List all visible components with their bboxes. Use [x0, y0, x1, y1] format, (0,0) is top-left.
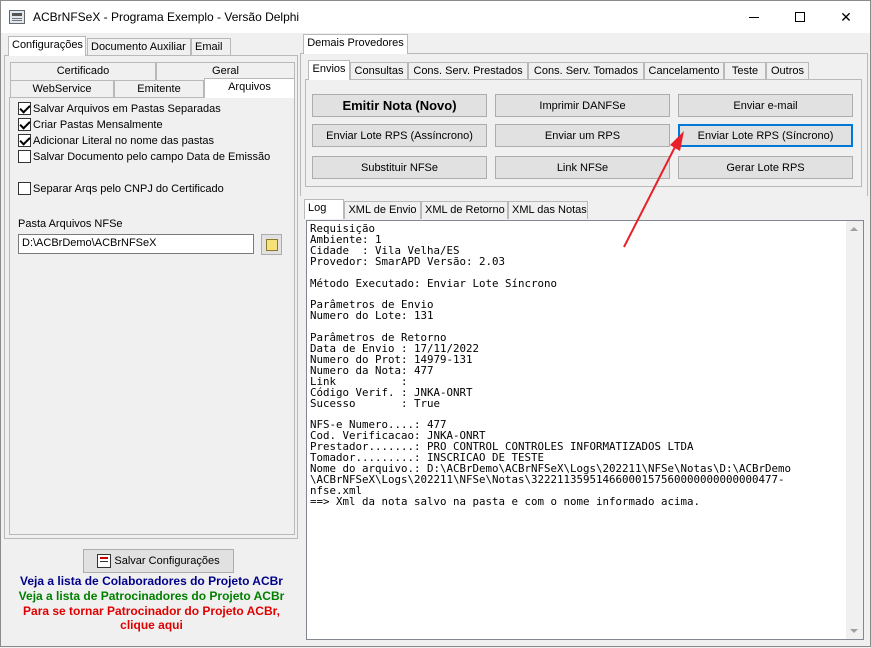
link-patrocinadores[interactable]: Veja a lista de Patrocinadores do Projet… — [9, 589, 294, 603]
salvar-configuracoes-button[interactable]: Salvar Configurações — [83, 549, 234, 573]
tab-webservice[interactable]: WebService — [10, 80, 114, 98]
enviar-um-rps-button[interactable]: Enviar um RPS — [495, 124, 670, 147]
link-nfse-button[interactable]: Link NFSe — [495, 156, 670, 179]
link-clique-aqui[interactable]: clique aqui — [9, 618, 294, 632]
browse-folder-button[interactable] — [261, 234, 282, 255]
checkbox-label: Separar Arqs pelo CNPJ do Certificado — [33, 182, 224, 195]
enviar-lote-assincrono-button[interactable]: Enviar Lote RPS (Assíncrono) — [312, 124, 487, 147]
checkbox-criar-pastas-mensalmente[interactable]: Criar Pastas Mensalmente — [18, 118, 163, 131]
checkbox-adicionar-literal[interactable]: Adicionar Literal no nome das pastas — [18, 134, 214, 147]
tab-xml-envio[interactable]: XML de Envio — [344, 201, 421, 219]
log-textarea[interactable]: Requisição Ambiente: 1 Cidade : Vila Vel… — [306, 220, 864, 640]
pasta-arquivos-label: Pasta Arquivos NFSe — [18, 218, 123, 230]
tab-documento-auxiliar[interactable]: Documento Auxiliar — [87, 38, 191, 56]
checkbox-box[interactable] — [18, 150, 31, 163]
tab-cons-serv-prestados[interactable]: Cons. Serv. Prestados — [408, 62, 528, 80]
checkbox-box[interactable] — [18, 118, 31, 131]
salvar-configuracoes-label: Salvar Configurações — [114, 555, 220, 567]
tab-teste[interactable]: Teste — [724, 62, 766, 80]
checkbox-label: Salvar Documento pelo campo Data de Emis… — [33, 150, 271, 163]
title-bar[interactable]: ACBrNFSeX - Programa Exemplo - Versão De… — [1, 1, 870, 33]
enviar-lote-sincrono-button[interactable]: Enviar Lote RPS (Síncrono) — [678, 124, 853, 147]
close-icon: ✕ — [840, 8, 852, 25]
scroll-down-icon[interactable] — [850, 629, 858, 633]
checkbox-separar-cnpj[interactable]: Separar Arqs pelo CNPJ do Certificado — [18, 182, 224, 195]
link-tornar-patrocinador[interactable]: Para se tornar Patrocinador do Projeto A… — [9, 604, 294, 618]
tab-arquivos[interactable]: Arquivos — [204, 78, 295, 98]
tab-certificado[interactable]: Certificado — [10, 62, 156, 80]
folder-icon — [266, 239, 278, 251]
tab-envios[interactable]: Envios — [308, 60, 350, 80]
app-icon — [9, 10, 25, 24]
minimize-icon — [749, 16, 759, 18]
tab-email[interactable]: Email — [191, 38, 231, 56]
save-config-icon — [97, 554, 112, 568]
pasta-arquivos-input[interactable]: D:\ACBrDemo\ACBrNFSeX — [18, 234, 254, 254]
tab-configuracoes[interactable]: Configurações — [8, 36, 86, 56]
emitir-nota-button[interactable]: Emitir Nota (Novo) — [312, 94, 487, 117]
tab-cons-serv-tomados[interactable]: Cons. Serv. Tomados — [528, 62, 644, 80]
tab-log[interactable]: Log — [304, 199, 344, 219]
close-button[interactable]: ✕ — [823, 1, 869, 33]
log-text: Requisição Ambiente: 1 Cidade : Vila Vel… — [310, 222, 792, 508]
tab-xml-notas[interactable]: XML das Notas — [508, 201, 588, 219]
tab-cancelamento[interactable]: Cancelamento — [644, 62, 724, 80]
checkbox-box[interactable] — [18, 134, 31, 147]
tab-demais-provedores[interactable]: Demais Provedores — [303, 34, 408, 54]
tab-outros[interactable]: Outros — [766, 62, 809, 80]
imprimir-danfse-button[interactable]: Imprimir DANFSe — [495, 94, 670, 117]
substituir-nfse-button[interactable]: Substituir NFSe — [312, 156, 487, 179]
tab-consultas[interactable]: Consultas — [350, 62, 408, 80]
scroll-up-icon[interactable] — [850, 227, 858, 231]
checkbox-salvar-pastas-separadas[interactable]: Salvar Arquivos em Pastas Separadas — [18, 102, 221, 115]
checkbox-label: Criar Pastas Mensalmente — [33, 118, 163, 131]
link-colaboradores[interactable]: Veja a lista de Colaboradores do Projeto… — [9, 574, 294, 588]
tab-xml-retorno[interactable]: XML de Retorno — [421, 201, 508, 219]
minimize-button[interactable] — [731, 1, 777, 33]
checkbox-label: Adicionar Literal no nome das pastas — [33, 134, 214, 147]
maximize-button[interactable] — [777, 1, 823, 33]
checkbox-box[interactable] — [18, 182, 31, 195]
tab-emitente[interactable]: Emitente — [114, 80, 204, 98]
app-window: ACBrNFSeX - Programa Exemplo - Versão De… — [0, 0, 871, 647]
log-scrollbar[interactable] — [846, 221, 863, 639]
enviar-email-button[interactable]: Enviar e-mail — [678, 94, 853, 117]
checkbox-label: Salvar Arquivos em Pastas Separadas — [33, 102, 221, 115]
checkbox-salvar-data-emissao[interactable]: Salvar Documento pelo campo Data de Emis… — [18, 150, 270, 163]
maximize-icon — [795, 12, 805, 22]
gerar-lote-rps-button[interactable]: Gerar Lote RPS — [678, 156, 853, 179]
checkbox-box[interactable] — [18, 102, 31, 115]
window-title: ACBrNFSeX - Programa Exemplo - Versão De… — [33, 10, 300, 24]
